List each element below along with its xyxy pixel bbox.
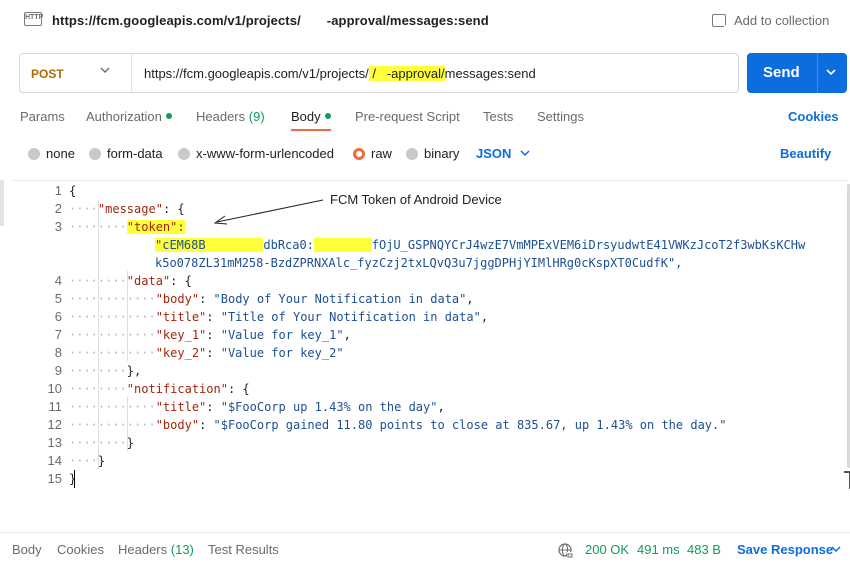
code-line: ········} [69,436,135,450]
line-number: 12 [47,417,62,432]
chevron-down-icon [100,67,110,73]
annotation-label: FCM Token of Android Device [330,192,502,207]
status-dot [165,113,172,119]
line-number: 13 [47,435,62,450]
code-line: ············"title": "$FooCorp up 1.43% … [69,400,445,414]
http-request-icon: HTTP [24,12,43,30]
radio-none[interactable]: none [28,146,75,161]
line-number: 7 [54,327,62,342]
tab-headers[interactable]: Headers (9) [196,109,265,124]
code-line: ············"body": "$FooCorp gained 11.… [69,418,727,432]
chevron-down-icon[interactable] [825,67,837,77]
code-line: } [69,472,77,486]
tab-pre-request-script[interactable]: Pre-request Script [355,109,460,124]
collection-icon [712,14,730,31]
response-status-bar: Body Cookies Headers (13) Test Results 2… [0,532,850,569]
code-line: ············"key_2": "Value for key_2" [69,346,344,360]
globe-icon[interactable] [558,543,573,558]
status-code[interactable]: 200 OK [585,542,629,557]
request-tabs: Params Authorization Headers (9) Body Pr… [0,100,850,132]
line-number: 1 [54,183,62,198]
code-line: ········"notification": { [69,382,250,396]
tab-params[interactable]: Params [20,109,65,124]
line-number-gutter: 1 2 3 4 5 6 7 8 9 10 11 12 13 14 15 [12,181,62,525]
line-number: 3 [54,219,62,234]
line-number: 6 [54,309,62,324]
method-label: POST [31,67,64,81]
line-number: 10 [47,381,62,396]
code-line: k5o078ZL31mM258-BzdZPRNXAlc_fyzCzj2txLQv… [155,256,683,270]
beautify-button[interactable]: Beautify [780,146,831,161]
code-line: ············"body": "Body of Your Notifi… [69,292,474,306]
request-title[interactable]: https://fcm.googleapis.com/v1/projects/-… [52,13,489,28]
scrollbar-end-marker [844,471,850,489]
line-number: 2 [54,201,62,216]
add-to-collection-button[interactable]: Add to collection [712,13,829,31]
code-line: ············"key_1": "Value for key_1", [69,328,351,342]
line-number: 15 [47,471,62,486]
chevron-down-icon[interactable] [520,149,530,157]
line-number: 4 [54,273,62,288]
code-content[interactable]: { ····"message": { ········"token": "cEM… [69,181,839,525]
tab-authorization[interactable]: Authorization [86,109,172,124]
code-line: ····} [69,454,106,468]
response-time[interactable]: 491 ms [637,542,680,557]
send-button[interactable]: Send [747,53,847,93]
radio-x-www-form-urlencoded[interactable]: x-www-form-urlencoded [178,146,334,161]
url-input[interactable]: https://fcm.googleapis.com/v1/projects/ … [144,66,536,81]
cookies-link[interactable]: Cookies [788,109,839,124]
response-tab-headers[interactable]: Headers (13) [118,542,194,557]
response-tab-test-results[interactable]: Test Results [208,542,279,557]
code-line: ········}, [69,364,142,378]
radio-raw[interactable]: raw [353,146,392,161]
tab-settings[interactable]: Settings [537,109,584,124]
annotation-arrow-icon [213,199,324,225]
radio-binary[interactable]: binary [406,146,459,161]
line-number: 9 [54,363,62,378]
sidebar-edge [0,180,4,226]
line-number: 8 [54,345,62,360]
request-header-bar: HTTP https://fcm.googleapis.com/v1/proje… [0,0,850,44]
text-cursor [74,470,75,488]
line-number: 5 [54,291,62,306]
code-line: ········"data": { [69,274,192,288]
method-selector[interactable]: POST [20,54,132,92]
format-selector[interactable]: JSON [476,146,511,161]
response-size[interactable]: 483 B [687,542,721,557]
status-dot [324,113,331,119]
code-line: "cEM68B dbRca0: fOjU_GSPNQYCrJ4wzE7VmMPE… [155,238,806,252]
tab-tests[interactable]: Tests [483,109,513,124]
code-editor[interactable]: 1 2 3 4 5 6 7 8 9 10 11 12 13 14 15 { ··… [12,180,850,525]
code-line: { [69,184,77,198]
code-line: ····"message": { [69,202,185,216]
active-tab-indicator [291,129,331,131]
code-line: ········"token": [69,220,185,234]
line-number: 11 [48,399,63,414]
radio-form-data[interactable]: form-data [89,146,163,161]
tab-body[interactable]: Body [291,109,331,124]
chevron-down-icon[interactable] [831,545,841,553]
code-line: ············"title": "Title of Your Noti… [69,310,489,324]
save-response-button[interactable]: Save Response [737,542,833,557]
response-tab-body[interactable]: Body [12,542,42,557]
url-bar: POST https://fcm.googleapis.com/v1/proje… [19,53,739,93]
body-type-options: none form-data x-www-form-urlencoded raw… [0,140,850,168]
response-tab-cookies[interactable]: Cookies [57,542,104,557]
line-number: 14 [47,453,62,468]
